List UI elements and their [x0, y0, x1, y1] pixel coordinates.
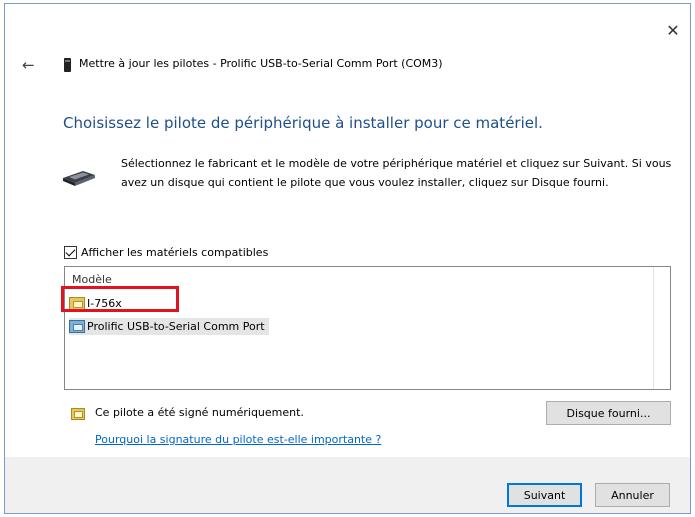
cancel-button[interactable]: Annuler: [595, 483, 670, 507]
compat-checkbox-row[interactable]: Afficher les matériels compatibles: [64, 245, 268, 259]
compat-checkbox-label: Afficher les matériels compatibles: [81, 245, 269, 259]
list-item[interactable]: I-756x: [69, 295, 126, 312]
usb-device-icon: [64, 58, 71, 72]
have-disk-button[interactable]: Disque fourni...: [546, 401, 671, 425]
list-item[interactable]: Prolific USB-to-Serial Comm Port: [69, 318, 269, 335]
driver-icon: [69, 320, 85, 333]
signed-status-text: Ce pilote a été signé numériquement.: [95, 406, 304, 419]
signed-driver-icon: [71, 408, 85, 420]
signature-info-link[interactable]: Pourquoi la signature du pilote est-elle…: [95, 433, 381, 446]
dialog-window: ✕ ← Mettre à jour les pilotes - Prolific…: [4, 3, 691, 514]
close-icon[interactable]: ✕: [660, 18, 686, 44]
back-arrow-icon[interactable]: ←: [22, 55, 44, 75]
next-button[interactable]: Suivant: [507, 483, 582, 507]
hardware-icon: [63, 171, 95, 186]
window-title: Mettre à jour les pilotes - Prolific USB…: [79, 57, 443, 70]
dialog-footer: [5, 457, 690, 513]
model-listbox[interactable]: Modèle I-756x Prolific USB-to-Serial Com…: [64, 266, 671, 390]
list-item-label: I-756x: [87, 297, 122, 310]
list-scrollbar[interactable]: [653, 267, 670, 389]
model-column-header: Modèle: [72, 273, 112, 286]
compat-checkbox[interactable]: [64, 245, 77, 259]
instruction-text: Sélectionnez le fabricant et le modèle d…: [121, 157, 672, 189]
list-item-label: Prolific USB-to-Serial Comm Port: [87, 320, 265, 333]
driver-icon: [69, 297, 85, 310]
page-heading: Choisissez le pilote de périphérique à i…: [63, 114, 543, 132]
